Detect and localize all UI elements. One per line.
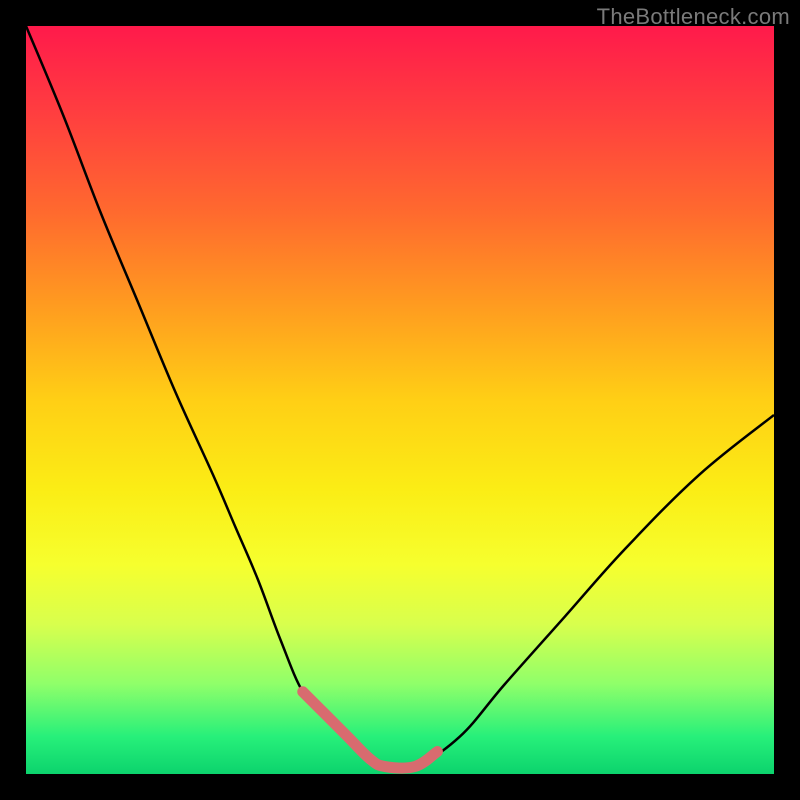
curve-layer (26, 26, 774, 774)
chart-frame: TheBottleneck.com (0, 0, 800, 800)
optimal-range-highlight (303, 692, 438, 768)
watermark-text: TheBottleneck.com (597, 4, 790, 30)
bottleneck-curve (26, 26, 774, 769)
plot-area (26, 26, 774, 774)
